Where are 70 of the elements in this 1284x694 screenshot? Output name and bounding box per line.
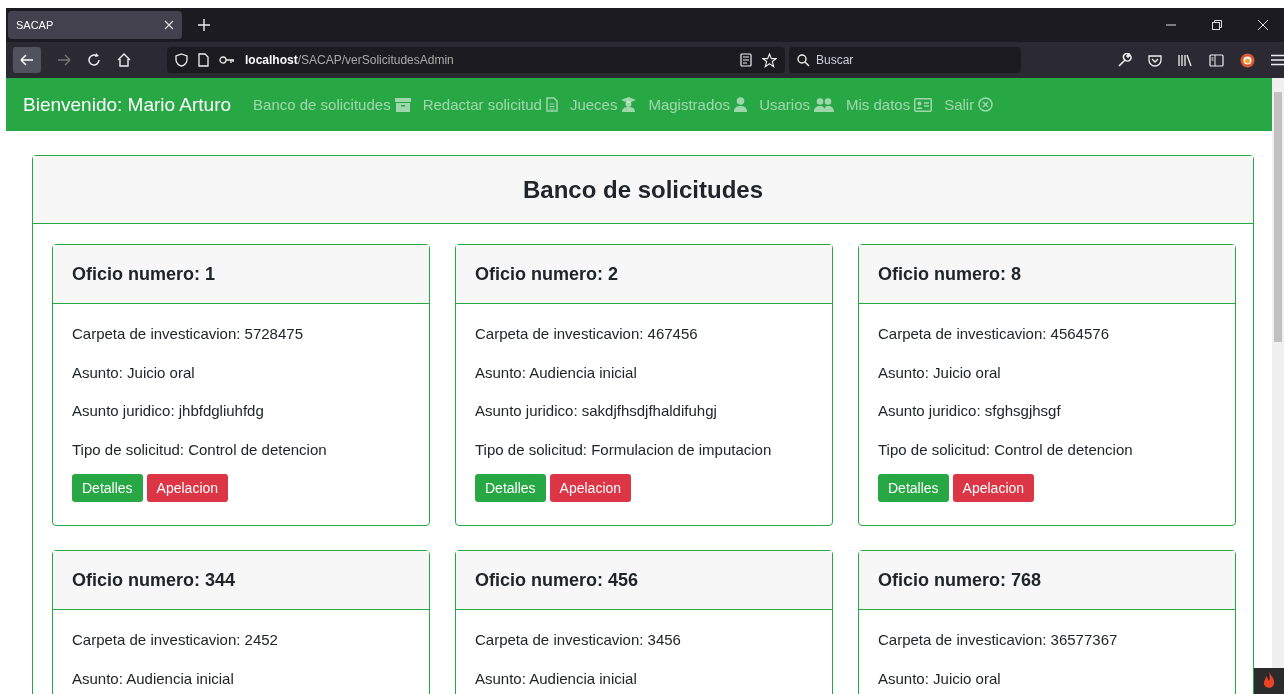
url-text: localhost/SACAP/verSolicitudesAdmin — [245, 53, 454, 67]
key-icon — [219, 55, 235, 65]
card-field: Asunto: Audiencia inicial — [475, 362, 813, 383]
star-icon[interactable] — [762, 52, 777, 68]
card-field: Tipo de solicitud: Control de detencion — [72, 439, 410, 460]
pocket-icon[interactable] — [1148, 53, 1162, 67]
flame-icon[interactable] — [1254, 668, 1284, 694]
nav-link[interactable]: Redactar solicitud — [422, 96, 558, 113]
card-field: Carpeta de investicavion: 5728475 — [72, 324, 410, 344]
search-field[interactable]: Buscar — [789, 47, 1021, 73]
card-field: Tipo de solicitud: Formulacion de imputacion — [475, 439, 813, 460]
nav-link[interactable]: Banco de solicitudes — [253, 96, 411, 113]
card-field: Asunto: Audiencia inicial — [475, 668, 813, 689]
plus-icon[interactable] — [198, 19, 210, 31]
reload-icon[interactable] — [87, 53, 101, 67]
card-field: Asunto: Juicio oral — [878, 668, 1216, 689]
card-field: Asunto juridico: sfghsgjhsgf — [878, 401, 1216, 421]
id-card-icon — [914, 97, 933, 112]
details-button[interactable]: Detalles — [878, 474, 949, 502]
graduate-icon — [621, 97, 637, 112]
card-field: Carpeta de investicavion: 2452 — [72, 630, 410, 650]
card-title: Oficio numero: 456 — [475, 569, 639, 591]
appeal-button[interactable]: Apelacion — [549, 474, 632, 502]
card-title: Oficio numero: 768 — [878, 569, 1042, 591]
appeal-button[interactable]: Apelacion — [146, 474, 229, 502]
card-field: Carpeta de investicavion: 467456 — [475, 324, 813, 344]
menu-icon[interactable] — [1271, 54, 1284, 66]
card-field: Asunto juridico: sakdjfhsdjfhaldifuhgj — [475, 401, 813, 421]
shield-icon — [175, 53, 188, 67]
duck-icon[interactable] — [1240, 52, 1255, 68]
search-icon — [797, 53, 810, 67]
card-field: Asunto: Juicio oral — [878, 362, 1216, 383]
panel-title: Banco de solicitudes — [522, 175, 764, 204]
card-title: Oficio numero: 2 — [475, 263, 618, 285]
nav-link[interactable]: Usarios — [759, 96, 834, 113]
card-field: Asunto: Juicio oral — [72, 362, 410, 383]
card-field: Asunto: Audiencia inicial — [72, 668, 410, 689]
card-title: Oficio numero: 8 — [878, 263, 1021, 285]
browser-tab[interactable]: SACAP — [8, 11, 182, 39]
person-icon — [734, 97, 748, 112]
card-field: Carpeta de investicavion: 36577367 — [878, 630, 1216, 650]
nav-link[interactable]: Salir — [944, 96, 994, 113]
details-button[interactable]: Detalles — [475, 474, 546, 502]
users-icon — [814, 97, 834, 112]
nav-link[interactable]: Jueces — [569, 96, 637, 113]
document-icon — [545, 97, 558, 112]
sidebar-icon[interactable] — [1209, 53, 1224, 67]
card-field: Asunto juridico: jhbfdgliuhfdg — [72, 401, 410, 421]
details-button[interactable]: Detalles — [72, 474, 143, 502]
nav-link[interactable]: Mis datos — [846, 96, 933, 113]
card-field: Carpeta de investicavion: 4564576 — [878, 324, 1216, 344]
archive-box-icon — [394, 97, 411, 112]
reader-view-icon[interactable] — [740, 53, 752, 67]
forward-arrow-icon[interactable] — [57, 54, 71, 66]
page-icon — [198, 53, 209, 67]
circle-x-icon — [978, 97, 994, 112]
card-field: Tipo de solicitud: Control de detencion — [878, 439, 1216, 460]
restore-icon[interactable] — [1212, 20, 1222, 30]
library-icon[interactable] — [1178, 53, 1193, 67]
scrollbar[interactable] — [1272, 78, 1284, 668]
nav-link[interactable]: Magistrados — [648, 96, 748, 113]
close-icon[interactable] — [164, 20, 174, 30]
brand-link[interactable]: Bienvenido: Mario Arturo — [23, 93, 232, 116]
card-field: Carpeta de investicavion: 3456 — [475, 630, 813, 650]
appeal-button[interactable]: Apelacion — [952, 474, 1035, 502]
close-icon[interactable] — [1258, 20, 1268, 30]
home-icon[interactable] — [117, 53, 131, 67]
card-title: Oficio numero: 344 — [72, 569, 236, 591]
address-bar[interactable]: localhost/SACAP/verSolicitudesAdmin — [167, 47, 785, 73]
card-title: Oficio numero: 1 — [72, 263, 215, 285]
